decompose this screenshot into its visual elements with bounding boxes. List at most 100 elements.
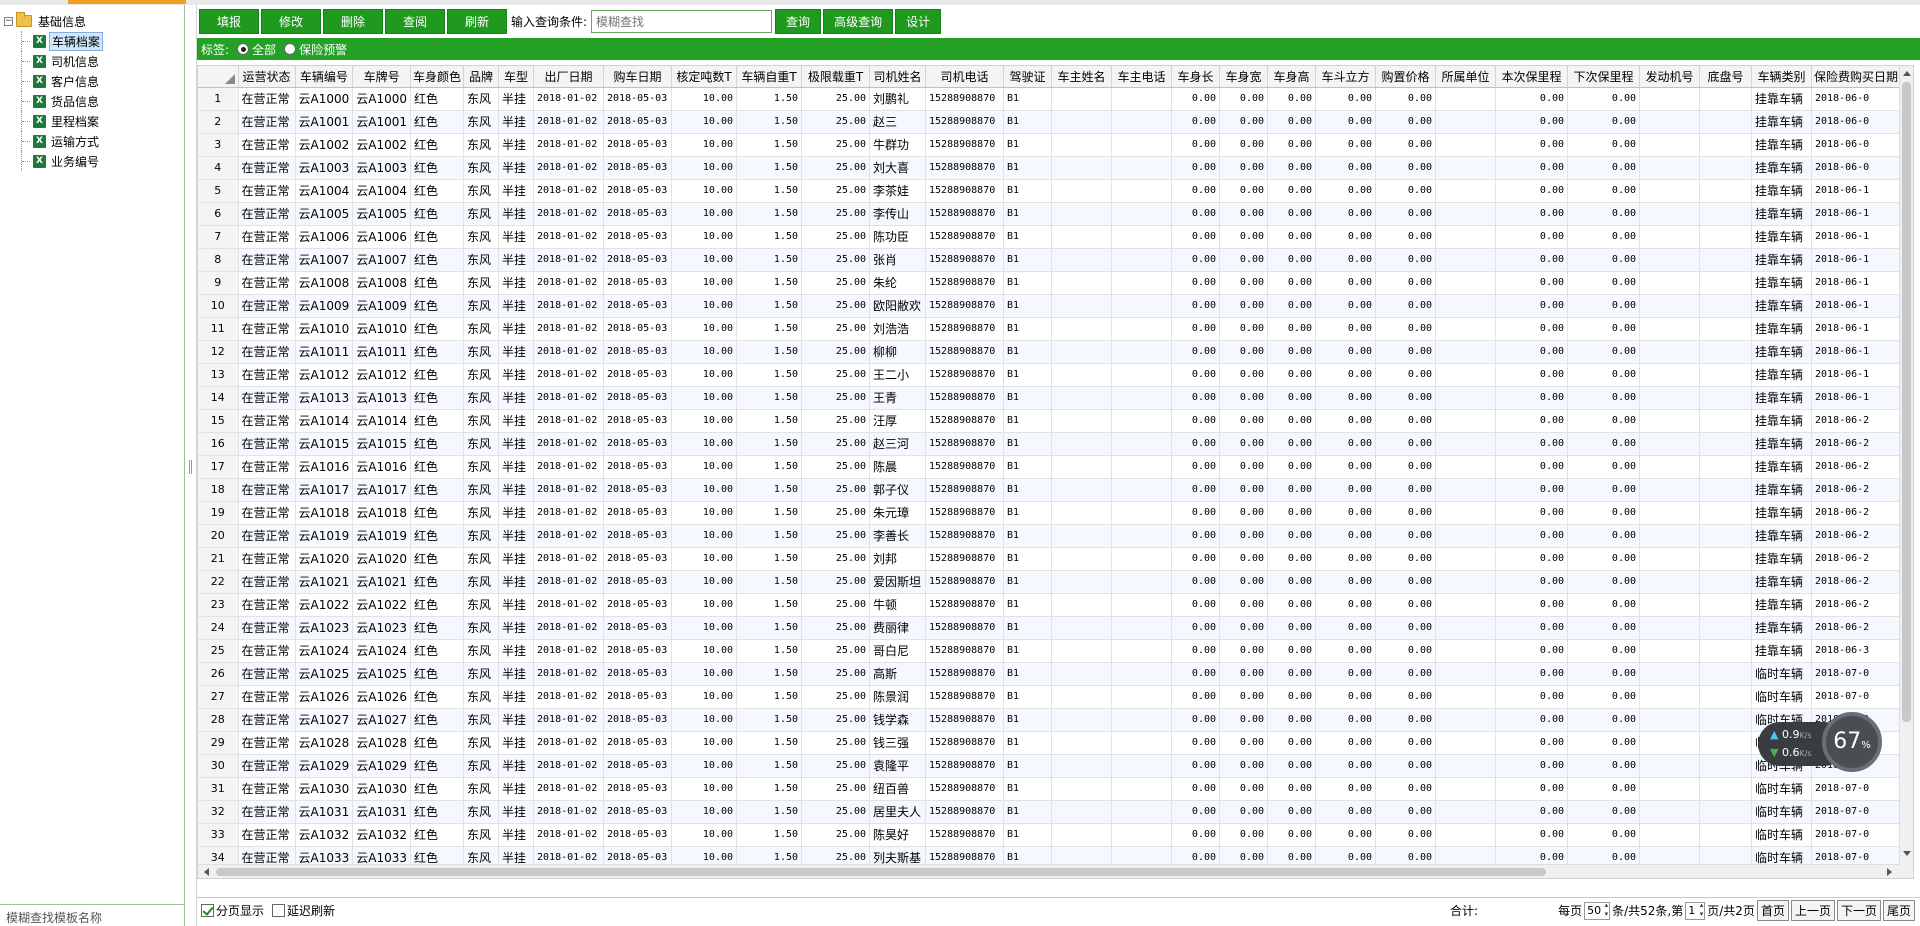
table-cell[interactable]: B1 [1003, 409, 1053, 433]
table-cell[interactable]: 0.00 [1219, 202, 1269, 226]
table-cell[interactable]: 15288908870 [925, 524, 1005, 548]
table-cell[interactable]: 10.00 [671, 248, 738, 272]
table-row[interactable]: 8 在营正常 云A1007 云A1007 红色 东风 半挂 2018-01-02 2018-05… [198, 248, 1902, 272]
filter-radio-all[interactable] [237, 43, 250, 55]
table-cell[interactable]: 0.00 [1567, 708, 1641, 732]
row-number[interactable]: 2 [198, 110, 239, 134]
table-cell[interactable]: 云A1012 [352, 363, 411, 387]
table-cell[interactable]: 纽百兽 [869, 777, 927, 801]
toolbar-button[interactable]: 刷新 [447, 9, 507, 34]
table-row[interactable]: 17 在营正常 云A1016 云A1016 红色 东风 半挂 2018-01-02 2018-0… [198, 455, 1902, 479]
table-cell[interactable]: 云A1004 [352, 179, 411, 203]
table-cell[interactable]: 10.00 [671, 87, 738, 111]
table-cell[interactable]: 东风 [463, 248, 500, 272]
table-cell[interactable]: 在营正常 [238, 547, 296, 571]
table-cell[interactable]: 0.00 [1219, 823, 1269, 847]
table-cell[interactable]: 15288908870 [925, 800, 1005, 824]
table-cell[interactable]: 0.00 [1171, 570, 1221, 594]
row-number[interactable]: 6 [198, 202, 239, 226]
table-cell[interactable] [1051, 616, 1113, 640]
table-cell[interactable]: 云A1011 [352, 340, 411, 364]
table-cell[interactable]: 0.00 [1171, 179, 1221, 203]
table-cell[interactable] [1435, 478, 1497, 502]
last-page-button[interactable]: 尾页 [1882, 900, 1915, 921]
table-cell[interactable]: 0.00 [1267, 294, 1317, 318]
table-cell[interactable]: 1.50 [736, 685, 803, 709]
table-cell[interactable]: 2018-01-02 [533, 800, 605, 824]
table-cell[interactable]: B1 [1003, 386, 1053, 410]
table-cell[interactable] [1051, 639, 1113, 663]
table-cell[interactable]: 在营正常 [238, 340, 296, 364]
table-cell[interactable]: 挂靠车辆 [1751, 202, 1813, 226]
table-cell[interactable]: 钱学森 [869, 708, 927, 732]
table-row[interactable]: 29 在营正常 云A1028 云A1028 红色 东风 半挂 2018-01-02 2018-0… [198, 731, 1902, 755]
table-cell[interactable]: 云A1001 [352, 110, 411, 134]
table-cell[interactable]: 0.00 [1567, 317, 1641, 341]
table-cell[interactable]: 云A1010 [295, 317, 354, 341]
table-cell[interactable]: 15288908870 [925, 179, 1005, 203]
table-cell[interactable]: 云A1031 [295, 800, 354, 824]
table-cell[interactable] [1435, 202, 1497, 226]
table-cell[interactable]: 0.00 [1495, 409, 1569, 433]
column-header[interactable]: 车身颜色 [410, 66, 465, 88]
table-cell[interactable] [1111, 685, 1173, 709]
table-cell[interactable] [1111, 110, 1173, 134]
table-cell[interactable]: 云A1016 [352, 455, 411, 479]
table-cell[interactable]: 2018-06-1 [1811, 248, 1902, 272]
table-cell[interactable]: 半挂 [498, 708, 535, 732]
table-cell[interactable]: 红色 [410, 754, 465, 778]
table-cell[interactable]: 东风 [463, 570, 500, 594]
table-cell[interactable]: 红色 [410, 294, 465, 318]
table-cell[interactable]: 朱纶 [869, 271, 927, 295]
column-header[interactable]: 车辆自重T [736, 66, 803, 88]
table-cell[interactable]: 0.00 [1375, 501, 1437, 525]
column-header[interactable]: 车身长 [1171, 66, 1221, 88]
table-cell[interactable]: 在营正常 [238, 179, 296, 203]
table-cell[interactable] [1699, 547, 1753, 571]
table-cell[interactable]: 15288908870 [925, 202, 1005, 226]
table-cell[interactable]: 在营正常 [238, 708, 296, 732]
table-cell[interactable]: 0.00 [1219, 363, 1269, 387]
table-cell[interactable]: 在营正常 [238, 501, 296, 525]
table-cell[interactable] [1639, 639, 1701, 663]
table-cell[interactable]: 2018-06-0 [1811, 133, 1902, 157]
table-cell[interactable]: 云A1020 [295, 547, 354, 571]
table-cell[interactable]: 2018-05-03 [603, 248, 673, 272]
table-cell[interactable]: 10.00 [671, 616, 738, 640]
table-cell[interactable]: 15288908870 [925, 662, 1005, 686]
table-cell[interactable]: 2018-05-03 [603, 708, 673, 732]
table-cell[interactable]: 0.00 [1375, 662, 1437, 686]
table-cell[interactable]: 东风 [463, 478, 500, 502]
table-cell[interactable] [1435, 248, 1497, 272]
table-cell[interactable]: 2018-01-02 [533, 501, 605, 525]
table-cell[interactable] [1699, 363, 1753, 387]
table-cell[interactable]: 红色 [410, 225, 465, 249]
table-cell[interactable]: 云A1005 [295, 202, 354, 226]
table-cell[interactable]: 云A1018 [352, 501, 411, 525]
table-cell[interactable]: 0.00 [1567, 202, 1641, 226]
table-cell[interactable] [1111, 156, 1173, 180]
table-cell[interactable]: 半挂 [498, 639, 535, 663]
table-cell[interactable] [1639, 731, 1701, 755]
table-cell[interactable]: 0.00 [1267, 823, 1317, 847]
table-cell[interactable]: 0.00 [1375, 455, 1437, 479]
table-cell[interactable] [1111, 409, 1173, 433]
column-header[interactable]: 司机电话 [925, 66, 1005, 88]
table-cell[interactable]: 10.00 [671, 754, 738, 778]
table-cell[interactable]: 0.00 [1219, 570, 1269, 594]
table-cell[interactable]: 10.00 [671, 340, 738, 364]
table-cell[interactable]: 0.00 [1315, 225, 1377, 249]
table-cell[interactable]: 25.00 [801, 386, 871, 410]
table-cell[interactable]: 0.00 [1495, 179, 1569, 203]
table-cell[interactable]: 云A1028 [352, 731, 411, 755]
table-cell[interactable]: 欧阳敝欢 [869, 294, 927, 318]
table-cell[interactable]: 2018-06-1 [1811, 317, 1902, 341]
table-cell[interactable]: 挂靠车辆 [1751, 156, 1813, 180]
table-cell[interactable]: 0.00 [1375, 731, 1437, 755]
table-cell[interactable]: 0.00 [1375, 524, 1437, 548]
table-cell[interactable] [1435, 616, 1497, 640]
table-cell[interactable]: 0.00 [1171, 616, 1221, 640]
table-cell[interactable] [1639, 478, 1701, 502]
table-cell[interactable]: 0.00 [1171, 731, 1221, 755]
table-cell[interactable]: 0.00 [1375, 547, 1437, 571]
